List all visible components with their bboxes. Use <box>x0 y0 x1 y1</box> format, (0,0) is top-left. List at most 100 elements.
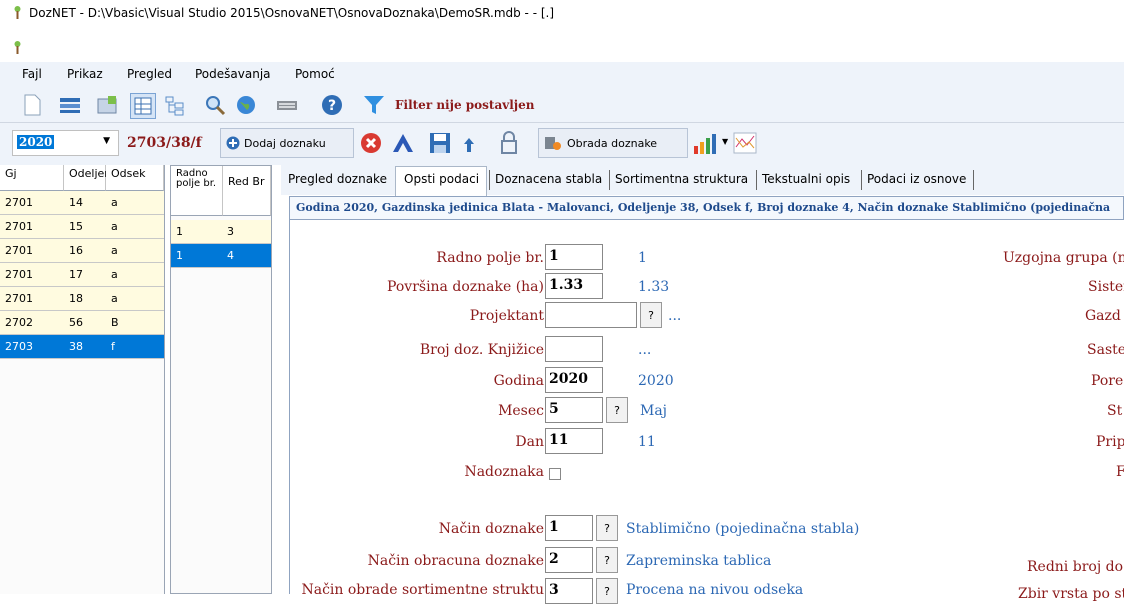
add-doznaka-button[interactable]: Dodaj doznaku <box>220 128 354 158</box>
column-header[interactable]: Odeljer <box>64 165 109 191</box>
projektant-lookup-button[interactable]: ? <box>640 302 662 328</box>
table-row[interactable]: 2701 15 a <box>0 215 164 239</box>
redni-broj-label: Redni broj do <box>1027 559 1123 575</box>
tab-opsti-podaci[interactable]: Opsti podaci <box>404 172 479 186</box>
table-cell: 2701 <box>5 220 33 233</box>
nacin-doznake-input[interactable]: 1 <box>545 515 593 541</box>
column-header[interactable]: Gj <box>0 165 64 191</box>
table-cell: 1 <box>176 225 183 238</box>
app-icon <box>14 6 21 19</box>
f-label: F <box>1116 464 1124 480</box>
search-icon[interactable] <box>203 93 227 117</box>
menu-podesavanja[interactable]: Podešavanja <box>195 67 271 81</box>
mesec-lookup-button[interactable]: ? <box>606 397 628 423</box>
nacin-doznake-lookup-button[interactable]: ? <box>596 515 618 541</box>
line-chart-icon[interactable] <box>733 132 757 154</box>
table-row[interactable]: 2701 18 a <box>0 287 164 311</box>
filter-icon[interactable] <box>362 93 386 117</box>
menu-prikaz[interactable]: Prikaz <box>67 67 103 81</box>
table-cell: 4 <box>227 249 234 262</box>
nacin-obrade-input[interactable]: 3 <box>545 578 593 604</box>
broj-knjizice-label: Broj doz. Knjižice <box>419 342 544 358</box>
main-toolbar: ? <box>0 88 1124 122</box>
pripadnost-label: Prip <box>1096 434 1124 450</box>
menu-pomoc[interactable]: Pomoć <box>295 67 335 81</box>
table-cell: B <box>111 316 119 329</box>
nadoznaka-checkbox[interactable] <box>549 468 561 480</box>
mesec-input[interactable]: 5 <box>545 397 603 423</box>
tab-separator <box>756 170 757 190</box>
grid-icon[interactable] <box>130 93 156 119</box>
poreklo-label: Pore <box>1091 373 1124 389</box>
broj-knjizice-input[interactable] <box>545 336 603 362</box>
dan-input[interactable]: 11 <box>545 428 603 454</box>
nacin-obrade-lookup-button[interactable]: ? <box>596 578 618 604</box>
arrow-up-icon[interactable] <box>462 136 476 154</box>
window-title: DozNET - D:\Vbasic\Visual Studio 2015\Os… <box>29 6 555 20</box>
svg-text:?: ? <box>328 98 336 114</box>
table-row[interactable]: 2701 17 a <box>0 263 164 287</box>
chevron-down-icon[interactable]: ▼ <box>103 136 110 146</box>
title-bar: DozNET - D:\Vbasic\Visual Studio 2015\Os… <box>0 0 1124 62</box>
lock-icon[interactable] <box>499 130 519 156</box>
table-cell: 2703 <box>5 340 33 353</box>
dan-display: 11 <box>638 434 656 450</box>
info-text: Godina 2020, Gazdinska jedinica Blata - … <box>296 201 1111 214</box>
column-header[interactable]: Odsek <box>106 165 164 191</box>
general-data-form <box>289 220 1124 594</box>
database-icon <box>545 137 561 150</box>
povrsina-input[interactable]: 1.33 <box>545 273 603 299</box>
godina-display: 2020 <box>638 373 674 389</box>
tab-tekstualni-opis[interactable]: Tekstualni opis <box>762 172 850 186</box>
process-doznaka-button[interactable]: Obrada doznake <box>538 128 688 158</box>
tab-separator <box>861 170 862 190</box>
sastojina-label: Saste <box>1087 342 1124 358</box>
tab-podaci-iz-osnove[interactable]: Podaci iz osnove <box>867 172 966 186</box>
column-header[interactable]: Red Br <box>223 166 271 216</box>
table-cell: a <box>111 292 118 305</box>
table-cell: 2701 <box>5 244 33 257</box>
bar-chart-icon[interactable] <box>692 132 718 156</box>
table-cell: a <box>111 196 118 209</box>
table-row[interactable]: 2701 14 a <box>0 191 164 215</box>
table-row[interactable]: 2702 56 B <box>0 311 164 335</box>
projektant-input[interactable] <box>545 302 637 328</box>
year-select[interactable]: 2020 ▼ <box>12 130 119 156</box>
column-header[interactable]: Radno polje br. <box>171 166 223 216</box>
menu-fajl[interactable]: Fajl <box>22 67 42 81</box>
tab-separator <box>973 170 974 190</box>
tab-doznacena-stabla[interactable]: Doznacena stabla <box>495 172 602 186</box>
keyboard-icon[interactable] <box>275 93 299 117</box>
tab-pregled-doznake[interactable]: Pregled doznake <box>288 172 387 186</box>
table-icon[interactable] <box>95 93 119 117</box>
list-icon[interactable] <box>58 93 82 117</box>
table-row[interactable]: 13 <box>171 220 271 244</box>
delete-icon[interactable] <box>360 132 382 154</box>
tab-separator <box>609 170 610 190</box>
table-row[interactable]: 2703 38 f <box>0 335 164 359</box>
table-cell: 38 <box>69 340 83 353</box>
table-row[interactable]: 14 <box>171 244 271 268</box>
tab-separator <box>489 170 490 190</box>
chevron-down-icon[interactable]: ▼ <box>722 137 728 146</box>
table-cell: a <box>111 244 118 257</box>
povrsina-display: 1.33 <box>638 279 670 295</box>
menu-pregled[interactable]: Pregled <box>127 67 172 81</box>
nacin-obracuna-lookup-button[interactable]: ? <box>596 547 618 573</box>
godina-input[interactable]: 2020 <box>545 367 603 393</box>
nacin-obracuna-input[interactable]: 2 <box>545 547 593 573</box>
projektant-display: ... <box>668 308 682 324</box>
radno-polje-label: Radno polje br. <box>436 250 544 266</box>
tab-sortimentna-struktura[interactable]: Sortimentna struktura <box>615 172 748 186</box>
table-cell: 16 <box>69 244 83 257</box>
tree-icon[interactable] <box>163 93 187 117</box>
table-cell: 17 <box>69 268 83 281</box>
edit-icon[interactable] <box>390 130 416 156</box>
radno-polje-input[interactable]: 1 <box>545 244 603 270</box>
help-icon[interactable]: ? <box>320 93 344 117</box>
save-icon[interactable] <box>428 131 452 155</box>
table-cell: 14 <box>69 196 83 209</box>
new-icon[interactable] <box>20 93 44 117</box>
globe-icon[interactable] <box>234 93 258 117</box>
table-row[interactable]: 2701 16 a <box>0 239 164 263</box>
